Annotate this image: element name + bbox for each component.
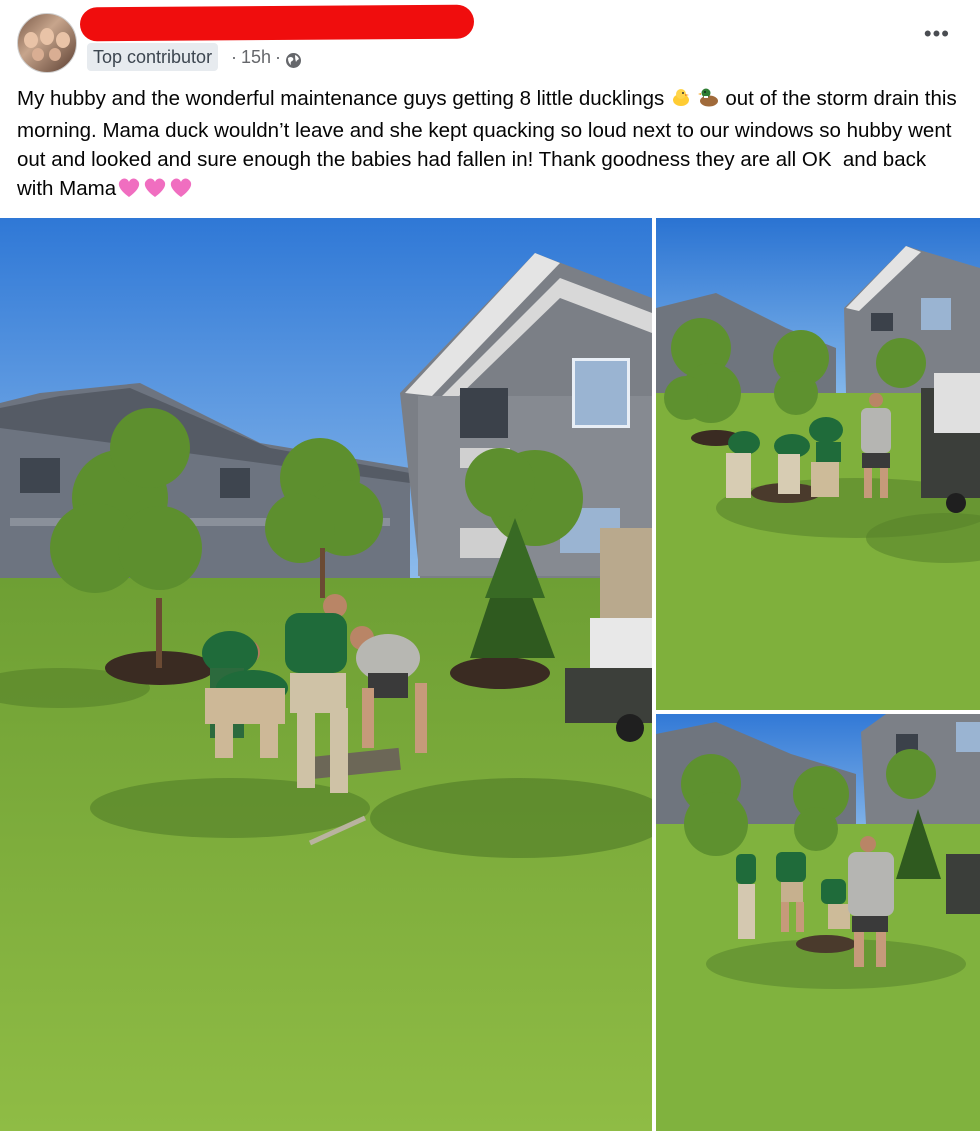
post-meta: · 15h · xyxy=(231,43,302,71)
photo-grid xyxy=(0,218,980,1131)
pink-heart-emoji-icon xyxy=(116,176,142,206)
author-avatar[interactable] xyxy=(17,13,77,73)
photo-crew-far-view[interactable] xyxy=(656,714,980,1131)
redacted-author-name xyxy=(79,4,475,42)
more-options-button[interactable]: ••• xyxy=(924,23,950,45)
post-text-main: My hubby and the wonderful maintenance g… xyxy=(17,87,670,110)
post-text: My hubby and the wonderful maintenance g… xyxy=(17,84,965,206)
pink-heart-emoji-icon xyxy=(142,176,168,206)
top-contributor-badge[interactable]: Top contributor xyxy=(87,43,219,71)
photo-main-crew-at-drain[interactable] xyxy=(0,218,652,1131)
duckling-emoji-icon xyxy=(670,86,692,116)
meta-separator-2: · xyxy=(275,47,282,67)
duck-emoji-icon xyxy=(697,86,720,116)
public-globe-icon[interactable] xyxy=(285,49,302,68)
pink-heart-emoji-icon xyxy=(168,176,194,206)
meta-separator: · xyxy=(231,47,237,67)
post-timestamp[interactable]: 15h xyxy=(241,43,271,71)
photo-crew-wide-view[interactable] xyxy=(656,218,980,710)
post-header: Top contributor · 15h · ••• xyxy=(0,0,980,80)
